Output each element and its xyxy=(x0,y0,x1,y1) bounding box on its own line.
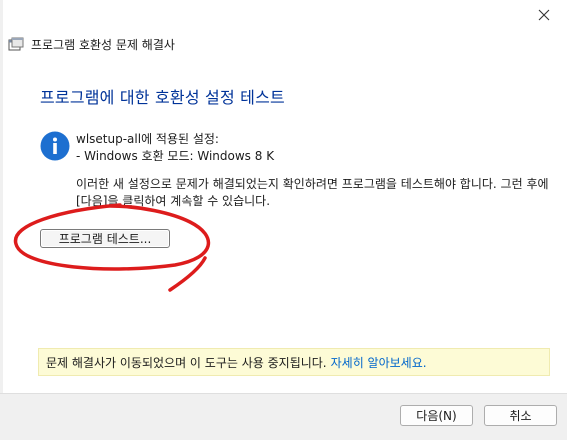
close-icon xyxy=(538,9,550,21)
applied-settings-item: - Windows 호환 모드: Windows 8 K xyxy=(76,149,275,163)
applied-settings-header: wlsetup-all에 적용된 설정: xyxy=(76,132,219,146)
learn-more-link[interactable]: 자세히 알아보세요. xyxy=(331,354,427,371)
footer-bar xyxy=(0,393,567,440)
cancel-button[interactable]: 취소 xyxy=(484,405,557,426)
window-edge xyxy=(0,0,3,439)
next-button[interactable]: 다음(N) xyxy=(400,405,473,426)
description-text: 이러한 새 설정으로 문제가 해결되었는지 확인하려면 프로그램을 테스트해야 … xyxy=(76,177,549,208)
test-program-button[interactable]: 프로그램 테스트... xyxy=(40,229,170,248)
close-button[interactable] xyxy=(521,0,567,30)
troubleshooter-icon xyxy=(8,37,24,51)
page-heading: 프로그램에 대한 호환성 설정 테스트 xyxy=(40,88,285,107)
notice-text: 문제 해결사가 이동되었으며 이 도구는 사용 중지됩니다. xyxy=(46,355,327,370)
deprecation-notice: 문제 해결사가 이동되었으며 이 도구는 사용 중지됩니다. 자세히 알아보세요… xyxy=(38,348,550,376)
applied-settings: wlsetup-all에 적용된 설정: - Windows 호환 모드: Wi… xyxy=(76,131,274,165)
window-title: 프로그램 호환성 문제 해결사 xyxy=(31,37,175,52)
info-icon xyxy=(40,131,70,161)
title-bar: 프로그램 호환성 문제 해결사 xyxy=(8,35,175,53)
compatibility-troubleshooter-window: 프로그램 호환성 문제 해결사 프로그램에 대한 호환성 설정 테스트 wlse… xyxy=(0,0,567,440)
